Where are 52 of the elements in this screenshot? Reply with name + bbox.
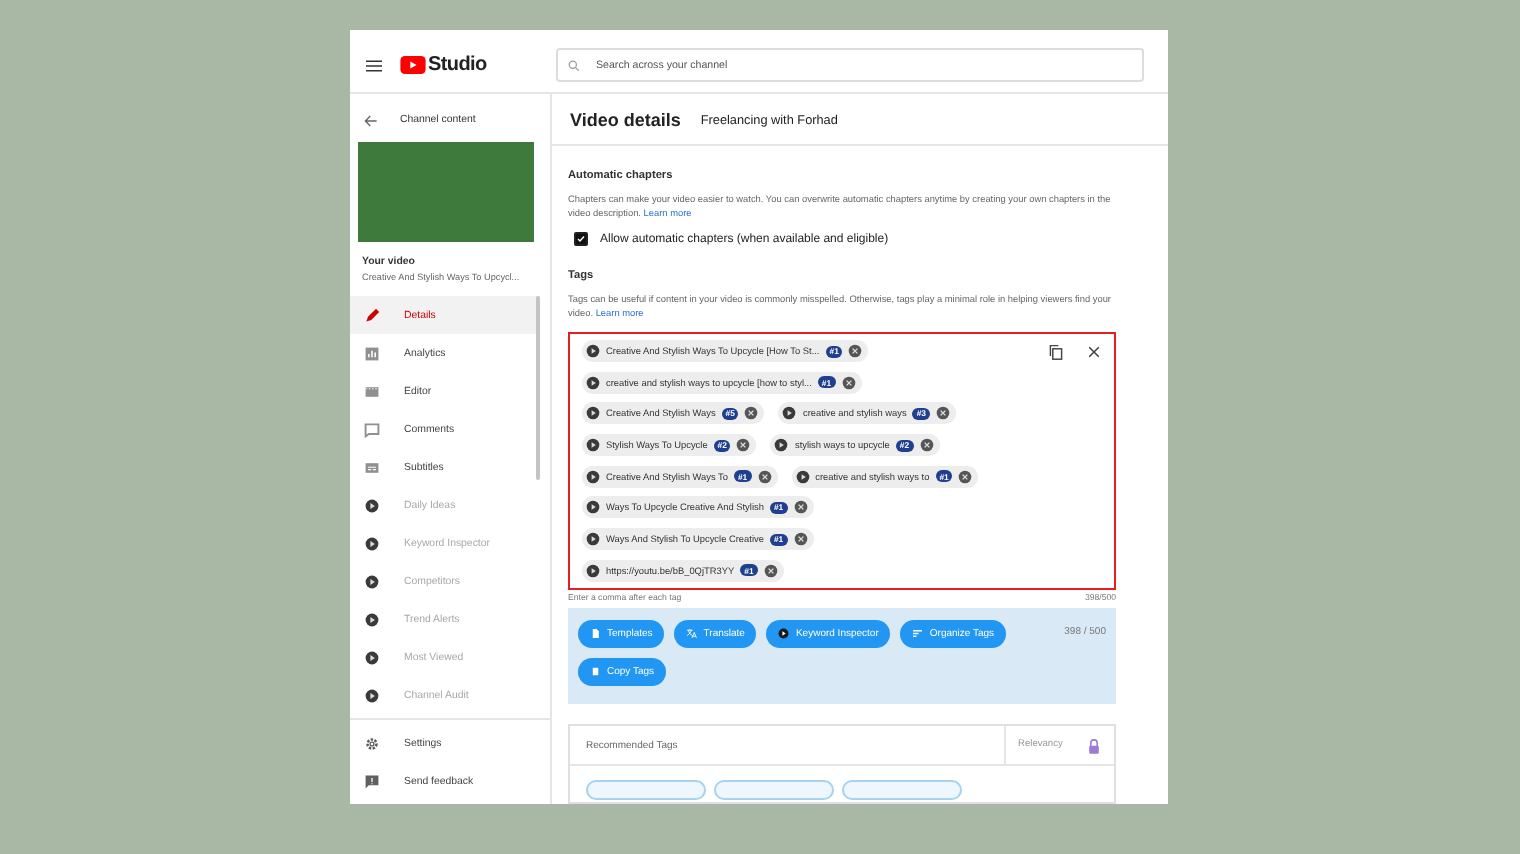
play-circle-icon [364,611,380,627]
play-logo-icon [400,56,426,74]
menu-icon[interactable] [366,57,382,73]
play-circle-icon [586,469,600,484]
play-circle-icon [586,438,600,453]
play-circle-icon [586,375,600,390]
sort-icon [912,628,924,640]
page-title: Video details [570,109,681,129]
clipboard-icon [590,666,601,678]
play-circle-icon [586,500,600,515]
translate-icon [686,628,698,640]
remove-icon[interactable] [793,500,808,515]
subtitles-icon [364,459,380,475]
play-circle-icon [778,628,790,640]
checkbox[interactable] [574,232,588,246]
pencil-icon [364,307,380,323]
play-circle-icon [586,532,600,547]
play-circle-icon [364,573,380,589]
settings-icon [364,735,380,751]
document-icon [590,628,601,640]
lock-icon [1086,737,1102,753]
play-circle-icon [364,535,380,551]
copy-icon[interactable] [1048,344,1064,360]
play-circle-icon [364,497,380,513]
film-icon [364,383,380,399]
play-circle-icon [782,406,797,421]
remove-icon[interactable] [958,469,973,484]
play-circle-icon [364,687,380,703]
play-circle-icon [586,406,600,421]
remove-icon[interactable] [936,406,950,421]
remove-icon[interactable] [919,438,934,453]
play-circle-icon [364,649,380,665]
play-circle-icon [795,469,810,484]
comment-icon [364,421,380,437]
remove-icon[interactable] [763,563,778,578]
studio-logo-text: Studio [428,54,487,76]
play-circle-icon [586,344,600,358]
bar-chart-icon [364,345,380,361]
search-icon [568,59,580,71]
scrollbar[interactable] [536,296,540,480]
remove-icon[interactable] [793,532,808,547]
feedback-icon [364,773,380,789]
remove-icon[interactable] [757,469,772,484]
play-circle-icon [586,563,600,578]
remove-icon[interactable] [744,406,759,421]
remove-icon[interactable] [841,375,856,390]
tags-field[interactable] [568,332,1116,590]
remove-icon[interactable] [736,438,751,453]
play-circle-icon [774,438,789,453]
back-arrow-icon[interactable] [364,113,378,127]
remove-icon[interactable] [848,344,863,358]
close-icon[interactable] [1086,344,1102,360]
